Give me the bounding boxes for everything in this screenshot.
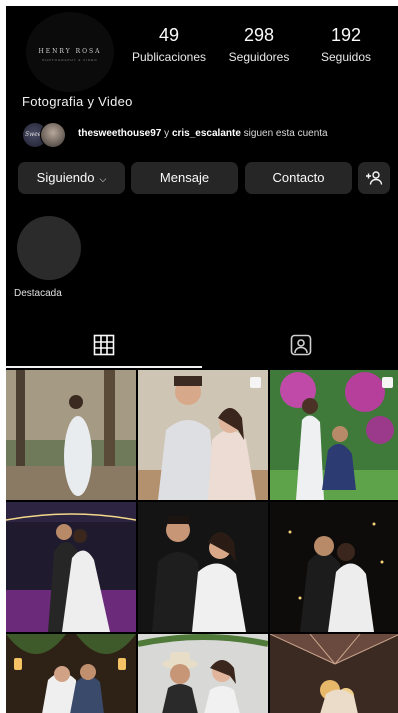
profile-screen: HENRY ROSA PHOTOGRAPHY & VIDEO 49 Public… [6, 6, 398, 713]
tab-tagged[interactable] [202, 326, 398, 366]
stat-posts[interactable]: 49 Publicaciones [124, 24, 214, 64]
stat-followers[interactable]: 298 Seguidores [214, 24, 304, 64]
followers-label: Seguidores [228, 50, 290, 64]
contact-label-text: Contacto [272, 170, 325, 185]
following-count: 192 [330, 25, 362, 45]
tagged-person-icon [290, 334, 312, 356]
message-label-text: Mensaje [159, 170, 210, 185]
follower-avatar-2 [40, 122, 66, 148]
profile-avatar[interactable]: HENRY ROSA PHOTOGRAPHY & VIDEO [26, 12, 114, 92]
stat-following[interactable]: 192 Seguidos [301, 24, 391, 64]
add-person-icon [366, 171, 383, 185]
post-thumbnail[interactable] [138, 370, 268, 500]
following-button[interactable]: Siguiendo ⌵ [18, 162, 125, 194]
grid-icon [93, 334, 115, 356]
followed-by-text: thesweethouse97 y cris_escalante siguen … [78, 128, 328, 139]
post-thumbnail[interactable] [6, 502, 136, 632]
carousel-icon [250, 377, 261, 388]
post-thumbnail[interactable] [138, 634, 268, 713]
highlight-label: Destacada [14, 288, 62, 299]
avatar-logo-subtext: PHOTOGRAPHY & VIDEO [42, 58, 98, 62]
following-label-text: Siguiendo [36, 170, 95, 185]
profile-tabs [6, 326, 398, 368]
posts-count: 49 [158, 25, 180, 45]
avatar-logo-text: HENRY ROSA [38, 48, 102, 55]
post-thumbnail[interactable] [270, 634, 398, 713]
carousel-icon [382, 377, 393, 388]
chevron-down-icon: ⌵ [99, 173, 107, 184]
post-thumbnail[interactable] [270, 502, 398, 632]
contact-button[interactable]: Contacto [245, 162, 352, 194]
active-tab-indicator [6, 366, 202, 368]
bio-text: Fotografia y Video [22, 94, 133, 109]
message-button[interactable]: Mensaje [131, 162, 238, 194]
follower-user-2[interactable]: cris_escalante [172, 128, 241, 139]
post-thumbnail[interactable] [270, 370, 398, 500]
post-thumbnail[interactable] [6, 370, 136, 500]
highlight-circle[interactable] [17, 216, 81, 280]
followers-count: 298 [243, 25, 275, 45]
suggest-user-button[interactable] [358, 162, 390, 194]
follower-user-1[interactable]: thesweethouse97 [78, 128, 161, 139]
posts-label: Publicaciones [131, 50, 207, 64]
tab-grid[interactable] [6, 326, 202, 366]
post-thumbnail[interactable] [6, 634, 136, 713]
post-thumbnail[interactable] [138, 502, 268, 632]
following-label: Seguidos [320, 50, 372, 64]
